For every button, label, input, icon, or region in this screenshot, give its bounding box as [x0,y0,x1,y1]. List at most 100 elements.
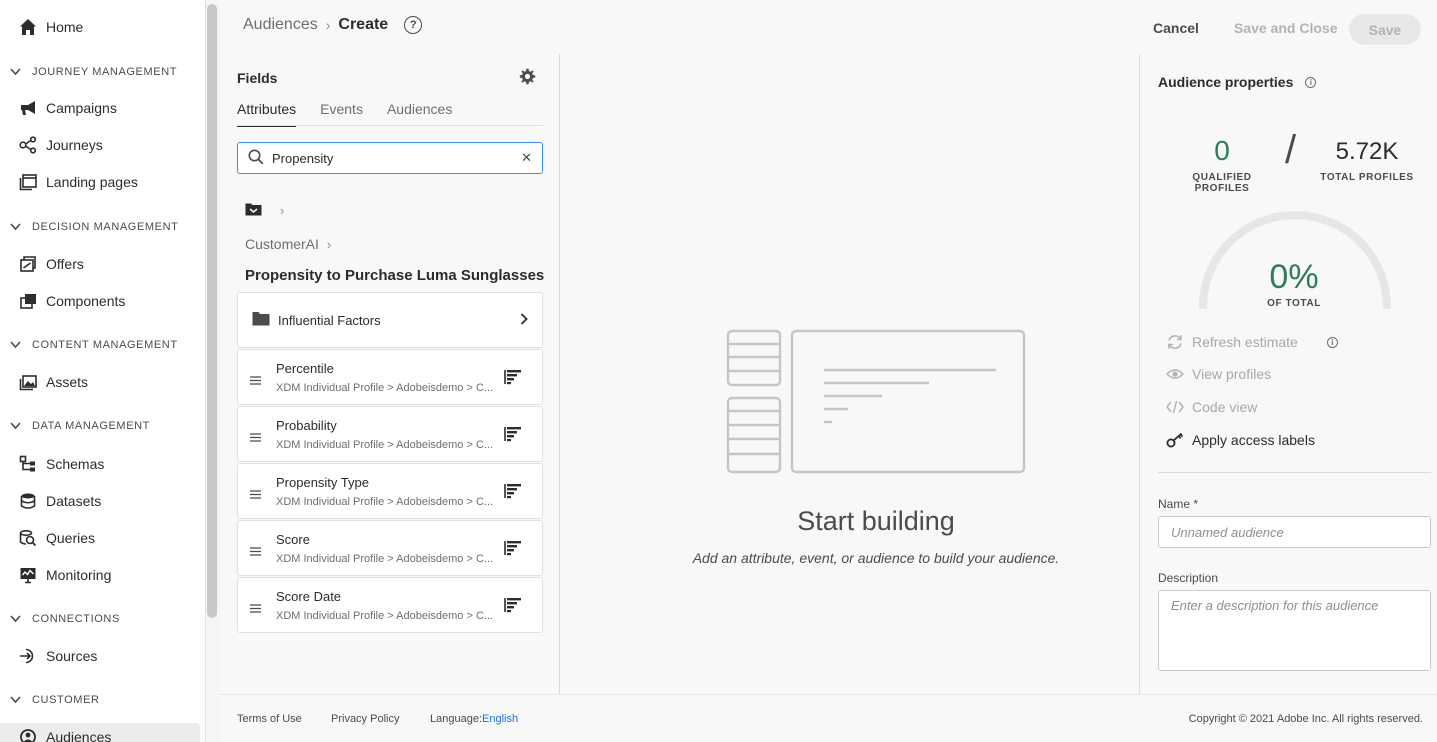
tab-audiences[interactable]: Audiences [387,101,452,127]
nav-section-decision-management[interactable]: DECISION MANAGEMENT [10,219,178,235]
nav-section-content-management[interactable]: CONTENT MANAGEMENT [10,337,178,353]
cancel-button[interactable]: Cancel [1153,20,1199,36]
nav-components[interactable]: Components [18,289,125,313]
code-icon [1166,400,1184,414]
help-icon[interactable]: ? [404,16,423,34]
info-icon[interactable]: i [1326,336,1338,348]
save-and-close-button[interactable]: Save and Close [1234,20,1338,36]
field-item-percentile[interactable]: Percentile XDM Individual Profile > Adob… [237,349,543,405]
chevron-right-icon: › [325,17,331,33]
nav-label: Datasets [46,493,102,509]
nav-offers[interactable]: Offers [18,252,84,276]
description-field[interactable]: Enter a description for this audience [1158,590,1431,671]
nav-section-label: CUSTOMER [32,694,100,706]
language-selector[interactable]: English [482,713,518,725]
nav-monitoring[interactable]: Monitoring [18,563,111,587]
refresh-icon [1166,333,1184,351]
distribution-icon[interactable] [504,597,522,616]
field-name: Propensity Type [276,475,369,490]
distribution-icon[interactable] [504,426,522,445]
chevron-right-icon [520,312,528,328]
view-profiles-button[interactable]: View profiles [1166,366,1271,382]
distribution-icon[interactable] [504,483,522,502]
distribution-icon[interactable] [504,540,522,559]
nav-landing-pages[interactable]: Landing pages [18,170,138,194]
chevron-down-icon [10,615,22,623]
drag-handle-icon[interactable] [250,543,261,559]
offer-icon [18,254,38,274]
drag-handle-icon[interactable] [250,600,261,616]
nav-label: Journeys [46,137,103,153]
nav-sources[interactable]: Sources [18,644,97,668]
nav-home-label: Home [46,19,84,35]
nav-assets[interactable]: Assets [18,370,88,394]
tab-events[interactable]: Events [320,101,363,127]
properties-divider [1158,472,1431,473]
distribution-icon[interactable] [504,369,522,388]
field-item-score[interactable]: Score XDM Individual Profile > Adobeisde… [237,520,543,576]
field-path: XDM Individual Profile > Adobeisdemo > C… [276,496,494,508]
empty-state-title: Start building [797,506,955,536]
nav-label: Audiences [46,729,112,742]
nav-section-journey-management[interactable]: JOURNEY MANAGEMENT [10,64,177,80]
description-label: Description [1158,571,1219,585]
name-label: Name * [1158,497,1199,511]
audience-properties-panel: Audience properties i 0 QUALIFIED PROFIL… [1139,54,1437,694]
chevron-down-icon [10,223,22,231]
nav-section-customer[interactable]: CUSTOMER [10,692,100,708]
drag-handle-icon[interactable] [250,486,261,502]
nav-label: Schemas [46,456,105,472]
chevron-down-icon [10,68,22,76]
left-navigation: Home JOURNEY MANAGEMENT Campaigns Journe… [0,0,206,742]
clear-search-icon[interactable]: ✕ [521,150,532,166]
code-view-label: Code view [1192,399,1258,415]
tabs-divider [237,125,543,126]
drag-handle-icon[interactable] [250,372,261,388]
search-input[interactable] [272,150,522,166]
nav-campaigns[interactable]: Campaigns [18,96,117,120]
key-icon [1166,432,1184,448]
field-item-score-date[interactable]: Score Date XDM Individual Profile > Adob… [237,577,543,633]
qualified-profiles-value: 0 [1214,135,1230,166]
gear-icon[interactable] [518,68,536,89]
apply-access-labels-button[interactable]: Apply access labels [1166,432,1315,448]
terms-link[interactable]: Terms of Use [237,713,302,725]
nav-queries[interactable]: Queries [18,526,95,550]
nav-home[interactable]: Home [18,15,83,39]
path-customerai[interactable]: CustomerAI [245,236,319,252]
name-field[interactable]: Unnamed audience [1158,516,1431,548]
privacy-link[interactable]: Privacy Policy [331,713,399,725]
main-area: Audiences › Create ? Cancel Save and Clo… [220,0,1437,742]
nav-datasets[interactable]: Datasets [18,489,101,513]
folder-open-icon[interactable] [245,202,262,219]
folder-influential-factors[interactable]: Influential Factors [237,292,543,348]
search-field[interactable]: ✕ [237,142,543,174]
nav-section-label: CONTENT MANAGEMENT [32,339,178,351]
refresh-estimate-button[interactable]: Refresh estimate i [1166,333,1338,351]
nav-journeys[interactable]: Journeys [18,133,103,157]
nav-scrollbar[interactable] [207,4,217,618]
path-breadcrumb: CustomerAI › [245,236,331,252]
monitoring-icon [18,565,38,585]
nav-audiences[interactable]: Audiences [0,723,200,742]
code-view-button[interactable]: Code view [1166,399,1257,415]
nav-label: Components [46,293,126,309]
nav-section-connections[interactable]: CONNECTIONS [10,611,120,627]
info-icon[interactable]: i [1305,76,1317,88]
nav-label: Monitoring [46,567,112,583]
field-item-probability[interactable]: Probability XDM Individual Profile > Ado… [237,406,543,462]
landing-page-icon [18,172,38,192]
properties-title: Audience properties i [1158,74,1317,90]
tab-attributes[interactable]: Attributes [237,101,297,127]
drag-handle-icon[interactable] [250,429,261,445]
nav-section-data-management[interactable]: DATA MANAGEMENT [10,418,150,434]
breadcrumb-audiences[interactable]: Audiences [243,16,318,34]
field-item-propensity-type[interactable]: Propensity Type XDM Individual Profile >… [237,463,543,519]
nav-section-label: JOURNEY MANAGEMENT [32,66,178,78]
save-button[interactable]: Save [1349,14,1421,45]
megaphone-icon [18,98,38,118]
nav-label: Sources [46,648,98,664]
builder-canvas[interactable]: Start building Add an attribute, event, … [561,54,1140,694]
nav-schemas[interactable]: Schemas [18,452,104,476]
field-name: Percentile [276,361,334,376]
